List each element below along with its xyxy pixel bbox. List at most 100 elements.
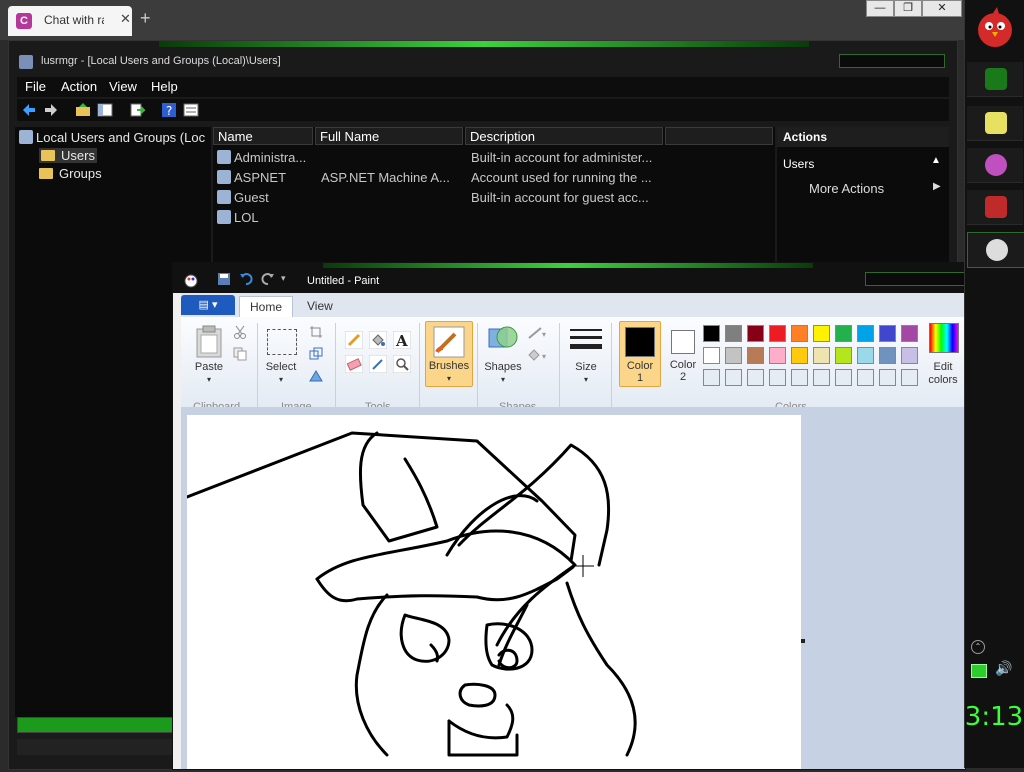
color-swatch[interactable] xyxy=(791,347,808,364)
clock[interactable]: 3:13 xyxy=(964,702,1024,732)
table-row[interactable]: LOL xyxy=(217,210,313,225)
properties-icon[interactable] xyxy=(183,102,199,118)
menu-file[interactable]: File xyxy=(25,79,46,94)
shapes-label[interactable]: Shapes xyxy=(481,361,525,373)
tree-item-groups[interactable]: Groups xyxy=(39,166,102,181)
paint-window-controls[interactable] xyxy=(865,272,965,286)
color-swatch[interactable] xyxy=(857,325,874,342)
empty-color-swatch[interactable] xyxy=(835,369,852,386)
empty-color-swatch[interactable] xyxy=(857,369,874,386)
brushes-button[interactable]: Brushes ▾ xyxy=(425,321,473,387)
magnifier-icon[interactable] xyxy=(393,355,411,373)
more-actions-link[interactable]: More Actions xyxy=(809,181,884,196)
size-icon[interactable] xyxy=(569,327,603,355)
tab-home[interactable]: Home xyxy=(239,296,294,318)
color-swatch[interactable] xyxy=(879,347,896,364)
taskbar-app-paint[interactable] xyxy=(967,232,1024,268)
menu-help[interactable]: Help xyxy=(151,79,178,94)
back-arrow-icon[interactable] xyxy=(21,102,37,118)
taskbar-app-purple[interactable] xyxy=(967,148,1023,183)
resize-icon[interactable] xyxy=(309,347,323,361)
color-swatch[interactable] xyxy=(879,325,896,342)
color-swatch[interactable] xyxy=(791,325,808,342)
fill-icon[interactable] xyxy=(369,331,387,349)
rotate-icon[interactable] xyxy=(309,369,325,383)
edit-colors-icon[interactable] xyxy=(929,323,959,353)
maximize-button[interactable]: ❐ xyxy=(894,0,922,17)
color-swatch[interactable] xyxy=(747,325,764,342)
browser-tab[interactable]: C Chat with ra ✕ xyxy=(8,6,132,36)
empty-color-swatch[interactable] xyxy=(901,369,918,386)
paste-dropdown-icon[interactable]: ▾ xyxy=(203,375,215,384)
color-swatch[interactable] xyxy=(813,347,830,364)
empty-color-swatch[interactable] xyxy=(703,369,720,386)
column-header-full-name[interactable]: Full Name xyxy=(315,127,463,145)
menu-action[interactable]: Action xyxy=(61,79,97,94)
select-label[interactable]: Select xyxy=(261,361,301,373)
empty-color-swatch[interactable] xyxy=(747,369,764,386)
tree-item-users[interactable]: Users xyxy=(39,148,97,163)
help-icon[interactable]: ? xyxy=(161,102,177,118)
save-icon[interactable] xyxy=(217,272,231,286)
empty-color-swatch[interactable] xyxy=(725,369,742,386)
edit-colors-label-a[interactable]: Edit xyxy=(921,361,965,373)
undo-icon[interactable] xyxy=(239,272,253,286)
color-swatch[interactable] xyxy=(703,325,720,342)
color-swatch[interactable] xyxy=(813,325,830,342)
paint-menu-button[interactable]: ▤ ▾ xyxy=(181,295,235,315)
empty-color-swatch[interactable] xyxy=(879,369,896,386)
color-swatch[interactable] xyxy=(703,347,720,364)
canvas-resize-handle[interactable] xyxy=(801,639,805,643)
forward-arrow-icon[interactable] xyxy=(43,102,59,118)
taskbar-app-notes[interactable] xyxy=(967,106,1023,141)
empty-color-swatch[interactable] xyxy=(813,369,830,386)
size-label[interactable]: Size xyxy=(567,361,605,373)
color-swatch[interactable] xyxy=(725,347,742,364)
menu-view[interactable]: View xyxy=(109,79,137,94)
color-swatch[interactable] xyxy=(769,347,786,364)
drawing-canvas[interactable] xyxy=(185,415,801,769)
color2-button[interactable]: Color 2 xyxy=(663,321,703,385)
pencil-icon[interactable] xyxy=(345,331,363,349)
taskbar-app-red[interactable] xyxy=(967,190,1023,225)
empty-color-swatch[interactable] xyxy=(769,369,786,386)
color-swatch[interactable] xyxy=(725,325,742,342)
export-list-icon[interactable] xyxy=(129,102,145,118)
close-button[interactable]: ✕ xyxy=(922,0,962,17)
text-icon[interactable]: A xyxy=(393,331,411,349)
up-folder-icon[interactable] xyxy=(75,102,91,118)
select-dropdown-icon[interactable]: ▾ xyxy=(275,375,287,384)
color-swatch[interactable] xyxy=(901,325,918,342)
tab-view[interactable]: View xyxy=(297,296,343,317)
tab-close-icon[interactable]: ✕ xyxy=(120,11,131,27)
minimize-button[interactable]: — xyxy=(866,0,894,17)
empty-color-swatch[interactable] xyxy=(791,369,808,386)
color-swatch[interactable] xyxy=(901,347,918,364)
show-hide-tree-icon[interactable] xyxy=(97,102,113,118)
eraser-icon[interactable] xyxy=(345,355,363,373)
shapes-gallery-icon[interactable] xyxy=(487,323,519,357)
scrollbar[interactable] xyxy=(17,717,175,733)
actions-section-users[interactable]: Users xyxy=(783,157,814,171)
color-picker-icon[interactable] xyxy=(369,355,387,373)
cut-icon[interactable] xyxy=(233,325,247,339)
shapes-dropdown-icon[interactable]: ▾ xyxy=(497,375,509,384)
redo-icon[interactable] xyxy=(261,272,275,286)
color-swatch[interactable] xyxy=(747,347,764,364)
crop-icon[interactable] xyxy=(309,325,323,339)
color-swatch[interactable] xyxy=(769,325,786,342)
volume-icon[interactable]: 🔊 xyxy=(995,660,1012,677)
select-icon[interactable] xyxy=(267,329,297,355)
copy-icon[interactable] xyxy=(233,347,247,361)
fill-shape-icon[interactable]: ▾ xyxy=(527,347,549,363)
color-swatch[interactable] xyxy=(835,347,852,364)
paste-label[interactable]: Paste xyxy=(191,361,227,373)
color-swatch[interactable] xyxy=(857,347,874,364)
tray-expand-icon[interactable]: ⌃ xyxy=(971,640,985,654)
outline-icon[interactable]: ▾ xyxy=(527,325,549,341)
network-icon[interactable] xyxy=(971,664,987,678)
color-swatch[interactable] xyxy=(835,325,852,342)
column-header-name[interactable]: Name xyxy=(213,127,313,145)
table-row[interactable]: Administra... xyxy=(217,150,313,165)
table-row[interactable]: Guest xyxy=(217,190,313,205)
